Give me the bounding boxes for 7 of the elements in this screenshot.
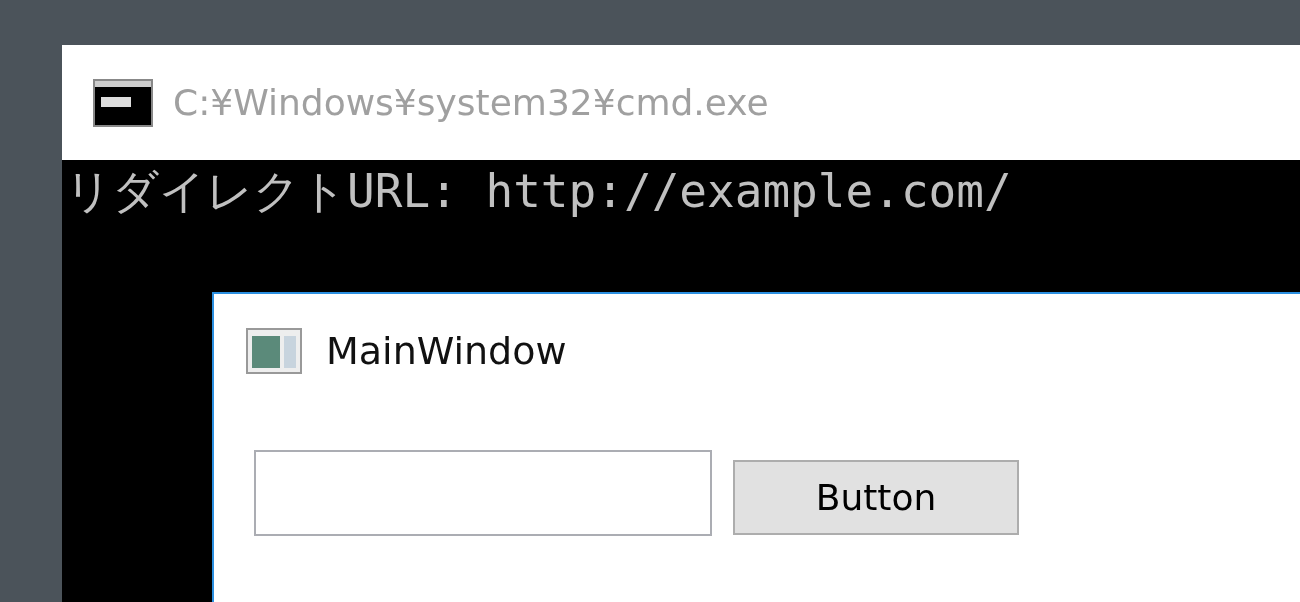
input-field[interactable] xyxy=(254,450,712,536)
button[interactable]: Button xyxy=(733,460,1019,535)
console-icon xyxy=(93,78,153,127)
window-title: C:¥Windows¥system32¥cmd.exe xyxy=(173,82,769,123)
console-line: リダイレクトURL: http://example.com/ xyxy=(64,163,1012,220)
window-title: MainWindow xyxy=(326,329,567,373)
window-icon xyxy=(246,328,302,374)
